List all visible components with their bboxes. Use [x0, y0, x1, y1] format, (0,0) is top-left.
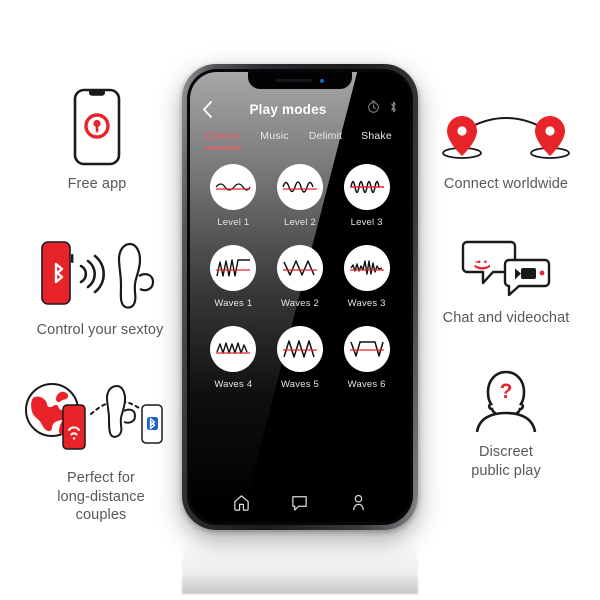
wave-low-sine-icon — [210, 164, 257, 210]
bottom-navigation — [190, 493, 410, 512]
feature-control-sextoy: Control your sextoy — [14, 236, 186, 340]
phone-bezel: Play modes Classic Music Delimit Shake L… — [187, 69, 413, 525]
page-title: Play modes — [249, 101, 327, 117]
wave-ramp-plateau-icon — [210, 245, 257, 291]
mode-waves-1[interactable]: Waves 1 — [200, 245, 267, 309]
mode-waves-3[interactable]: Waves 3 — [333, 245, 400, 309]
wave-medium-sine-icon — [276, 164, 323, 210]
front-camera-dot — [320, 78, 324, 83]
mode-tabs: Classic Music Delimit Shake — [190, 130, 410, 149]
mode-waves-5[interactable]: Waves 5 — [267, 326, 334, 390]
tab-shake[interactable]: Shake — [351, 130, 402, 149]
feature-caption: Perfect for long-distance couples — [57, 470, 145, 524]
timer-icon[interactable] — [367, 100, 380, 118]
wave-triangle-train-icon — [276, 326, 323, 372]
mode-label: Waves 6 — [347, 379, 386, 390]
wave-trapezoid-icon — [343, 326, 390, 372]
header-icons — [354, 100, 398, 119]
globe-phones-toy-icon — [21, 378, 181, 460]
play-modes-grid: Level 1 Level 2 Level 3 Waves 1 Waves 2 … — [190, 149, 410, 390]
mode-label: Waves 4 — [214, 379, 253, 390]
feature-discreet-play: ? Discreet public play — [430, 368, 582, 480]
home-icon[interactable] — [232, 493, 251, 512]
mode-waves-4[interactable]: Waves 4 — [200, 326, 267, 390]
phone-bluetooth-toy-icon — [38, 236, 162, 312]
mode-level-1[interactable]: Level 1 — [200, 164, 267, 228]
mode-label: Level 2 — [283, 217, 317, 228]
feature-free-app: Free app — [22, 88, 172, 194]
feature-connect-worldwide: Connect worldwide — [424, 110, 588, 194]
phone-screen: Play modes Classic Music Delimit Shake L… — [190, 72, 410, 522]
wave-high-sine-icon — [343, 164, 390, 210]
two-map-pins-icon — [436, 110, 576, 166]
feature-long-distance: Perfect for long-distance couples — [8, 378, 194, 525]
feature-caption: Connect worldwide — [443, 176, 569, 192]
mode-level-3[interactable]: Level 3 — [333, 164, 400, 228]
tab-classic[interactable]: Classic — [198, 130, 249, 149]
feature-caption: Chat and videochat — [442, 310, 570, 326]
question-mark: ? — [500, 380, 513, 403]
mode-label: Level 3 — [350, 217, 383, 228]
chat-emoticon: ;) — [474, 259, 493, 270]
app-header: Play modes — [190, 90, 410, 128]
tab-music[interactable]: Music — [249, 130, 300, 149]
bluetooth-icon[interactable] — [389, 100, 398, 119]
mode-label: Waves 3 — [347, 298, 386, 309]
wave-burst-icon — [343, 245, 390, 291]
wave-zigzag-wide-icon — [276, 245, 323, 291]
chat-bubble-icon[interactable] — [290, 493, 309, 512]
mode-label: Waves 1 — [214, 298, 253, 309]
wave-zigzag-dense-icon — [210, 326, 257, 372]
person-icon[interactable] — [349, 493, 368, 512]
earpiece-speaker — [276, 79, 312, 82]
feature-caption: Discreet public play — [471, 444, 541, 479]
speech-bubbles-video-icon: ;) — [453, 238, 559, 300]
phone-with-logo-icon — [73, 88, 121, 166]
mode-label: Waves 5 — [280, 379, 319, 390]
phone-notch — [248, 72, 352, 89]
chevron-left-icon[interactable] — [202, 100, 222, 118]
phone-mockup: Play modes Classic Music Delimit Shake L… — [182, 64, 418, 530]
mode-waves-2[interactable]: Waves 2 — [267, 245, 334, 309]
mode-label: Waves 2 — [280, 298, 319, 309]
phone-reflection — [182, 532, 418, 594]
mode-level-2[interactable]: Level 2 — [267, 164, 334, 228]
anonymous-person-icon: ? — [467, 368, 545, 434]
feature-caption: Control your sextoy — [36, 322, 164, 338]
feature-chat-videochat: ;) Chat and videochat — [424, 238, 588, 328]
mode-label: Level 1 — [217, 217, 250, 228]
infographic-stage: Free app Control your sextoy Perfect for… — [0, 0, 600, 600]
feature-caption: Free app — [67, 176, 127, 192]
tab-delimit[interactable]: Delimit — [300, 130, 351, 149]
mode-waves-6[interactable]: Waves 6 — [333, 326, 400, 390]
